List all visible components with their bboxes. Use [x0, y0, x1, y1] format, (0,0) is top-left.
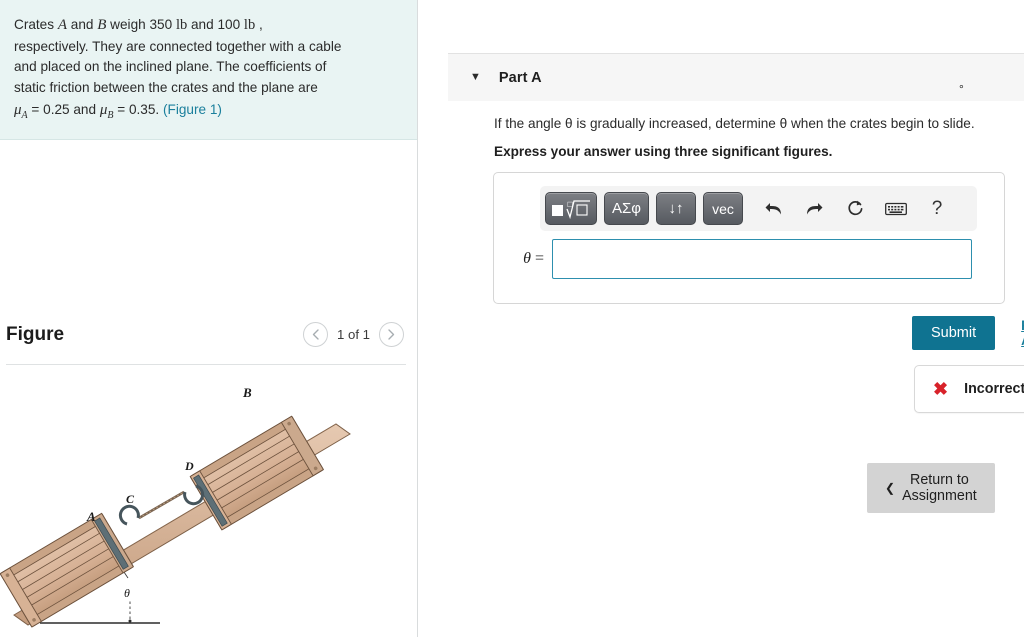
- problem-text-part1: Crates: [14, 17, 58, 32]
- mu-b-symbol: μB: [100, 102, 114, 121]
- page-root: Crates A and B weigh 350 lb and 100 lb ,…: [0, 0, 1024, 637]
- help-icon: ?: [931, 197, 943, 219]
- theta-symbol: θ: [523, 250, 531, 267]
- redo-icon: [806, 203, 823, 215]
- incline-crates-diagram: θ A B C D: [0, 385, 351, 628]
- question-text: If the angle θ is gradually increased, d…: [494, 116, 975, 131]
- footer-actions: ❮ Return to Assignment Provide Feedback: [867, 463, 1024, 513]
- crate-b-label: B: [242, 385, 252, 400]
- undo-icon: [765, 203, 781, 215]
- figure-pager: 1 of 1: [303, 322, 404, 347]
- mu-a-value: = 0.25 and: [27, 101, 100, 117]
- feedback-banner: ✖ Incorrect; Try Again; 5 attempts remai…: [914, 365, 1024, 413]
- return-label: Return to Assignment: [902, 472, 977, 504]
- problem-line-2: respectively. They are connected togethe…: [14, 38, 342, 54]
- figure-header: Figure 1 of 1: [0, 322, 418, 347]
- part-a-header[interactable]: ▼ Part A: [448, 53, 1024, 101]
- answer-row: θ =: [494, 239, 1006, 279]
- figure-prev-button[interactable]: [303, 322, 328, 347]
- keyboard-icon: [885, 202, 907, 215]
- answer-label: θ =: [494, 250, 552, 268]
- equals-symbol: =: [530, 250, 544, 267]
- reset-button[interactable]: [838, 194, 872, 224]
- answer-card: ☐ ΑΣφ ↓↑ vec ? θ =: [493, 172, 1005, 304]
- figure-divider: [6, 364, 406, 365]
- greek-symbols-button[interactable]: ΑΣφ: [604, 192, 650, 225]
- problem-text-part5: ,: [255, 17, 263, 32]
- feedback-message: Incorrect; Try Again; 5 attempts remaini…: [964, 381, 1024, 397]
- problem-text-part4: and 100: [187, 17, 244, 32]
- crate-a: [0, 512, 134, 628]
- template-radical-button[interactable]: ☐: [545, 192, 597, 225]
- submit-row: Submit Previous Answers Request Answer: [912, 316, 1024, 350]
- radical-template-icon: ☐: [552, 199, 590, 219]
- vector-button[interactable]: vec: [703, 192, 744, 225]
- caret-down-icon[interactable]: ▼: [470, 72, 481, 83]
- greek-symbols-label: ΑΣφ: [612, 200, 642, 217]
- left-panel: Crates A and B weigh 350 lb and 100 lb ,…: [0, 0, 418, 637]
- return-to-assignment-button[interactable]: ❮ Return to Assignment: [867, 463, 995, 513]
- problem-statement: Crates A and B weigh 350 lb and 100 lb ,…: [0, 0, 417, 140]
- problem-text-part3: weigh 350: [106, 17, 176, 32]
- figure-title: Figure: [6, 323, 65, 345]
- unit-lb-1: lb: [175, 17, 188, 33]
- hook-d-label: D: [184, 459, 194, 473]
- crate-a-label: A: [86, 509, 96, 524]
- undo-button[interactable]: [756, 194, 790, 224]
- figure-next-button[interactable]: [379, 322, 404, 347]
- figure-image: θ A B C D: [0, 372, 418, 637]
- chevron-left-icon: ❮: [885, 481, 896, 495]
- question-instruction: Express your answer using three signific…: [494, 144, 833, 159]
- problem-text-part2: and: [67, 17, 98, 32]
- chevron-right-icon: [388, 329, 395, 340]
- vector-label: vec: [712, 200, 734, 217]
- mu-a-symbol: μA: [14, 101, 28, 121]
- problem-line-4: static friction between the crates and t…: [14, 80, 318, 96]
- help-button[interactable]: ?: [920, 194, 954, 224]
- chevron-left-icon: [312, 329, 319, 340]
- incorrect-x-icon: ✖: [933, 379, 949, 399]
- figure-1-link[interactable]: (Figure 1): [163, 102, 222, 117]
- reset-icon: [847, 200, 862, 216]
- arrows-label: ↓↑: [668, 200, 684, 217]
- part-title: Part A: [498, 69, 542, 86]
- crate-a-symbol: A: [57, 17, 67, 33]
- degree-unit-label: °: [959, 82, 964, 96]
- math-toolbar: ☐ ΑΣφ ↓↑ vec ?: [540, 186, 977, 231]
- figure-counter: 1 of 1: [337, 327, 370, 342]
- redo-button[interactable]: [797, 194, 831, 224]
- mu-a-glyph: μ: [14, 101, 22, 118]
- right-panel: ▼ Part A If the angle θ is gradually inc…: [419, 0, 1024, 637]
- mu-b-value: = 0.35.: [113, 101, 163, 117]
- hook-c-label: C: [126, 492, 135, 506]
- answer-input[interactable]: [552, 239, 972, 279]
- unit-lb-2: lb: [243, 17, 256, 33]
- keyboard-button[interactable]: [879, 194, 913, 224]
- theta-label: θ: [124, 586, 130, 600]
- problem-line-3: and placed on the inclined plane. The co…: [14, 59, 327, 75]
- submit-button[interactable]: Submit: [912, 316, 996, 350]
- arrows-button[interactable]: ↓↑: [656, 192, 697, 225]
